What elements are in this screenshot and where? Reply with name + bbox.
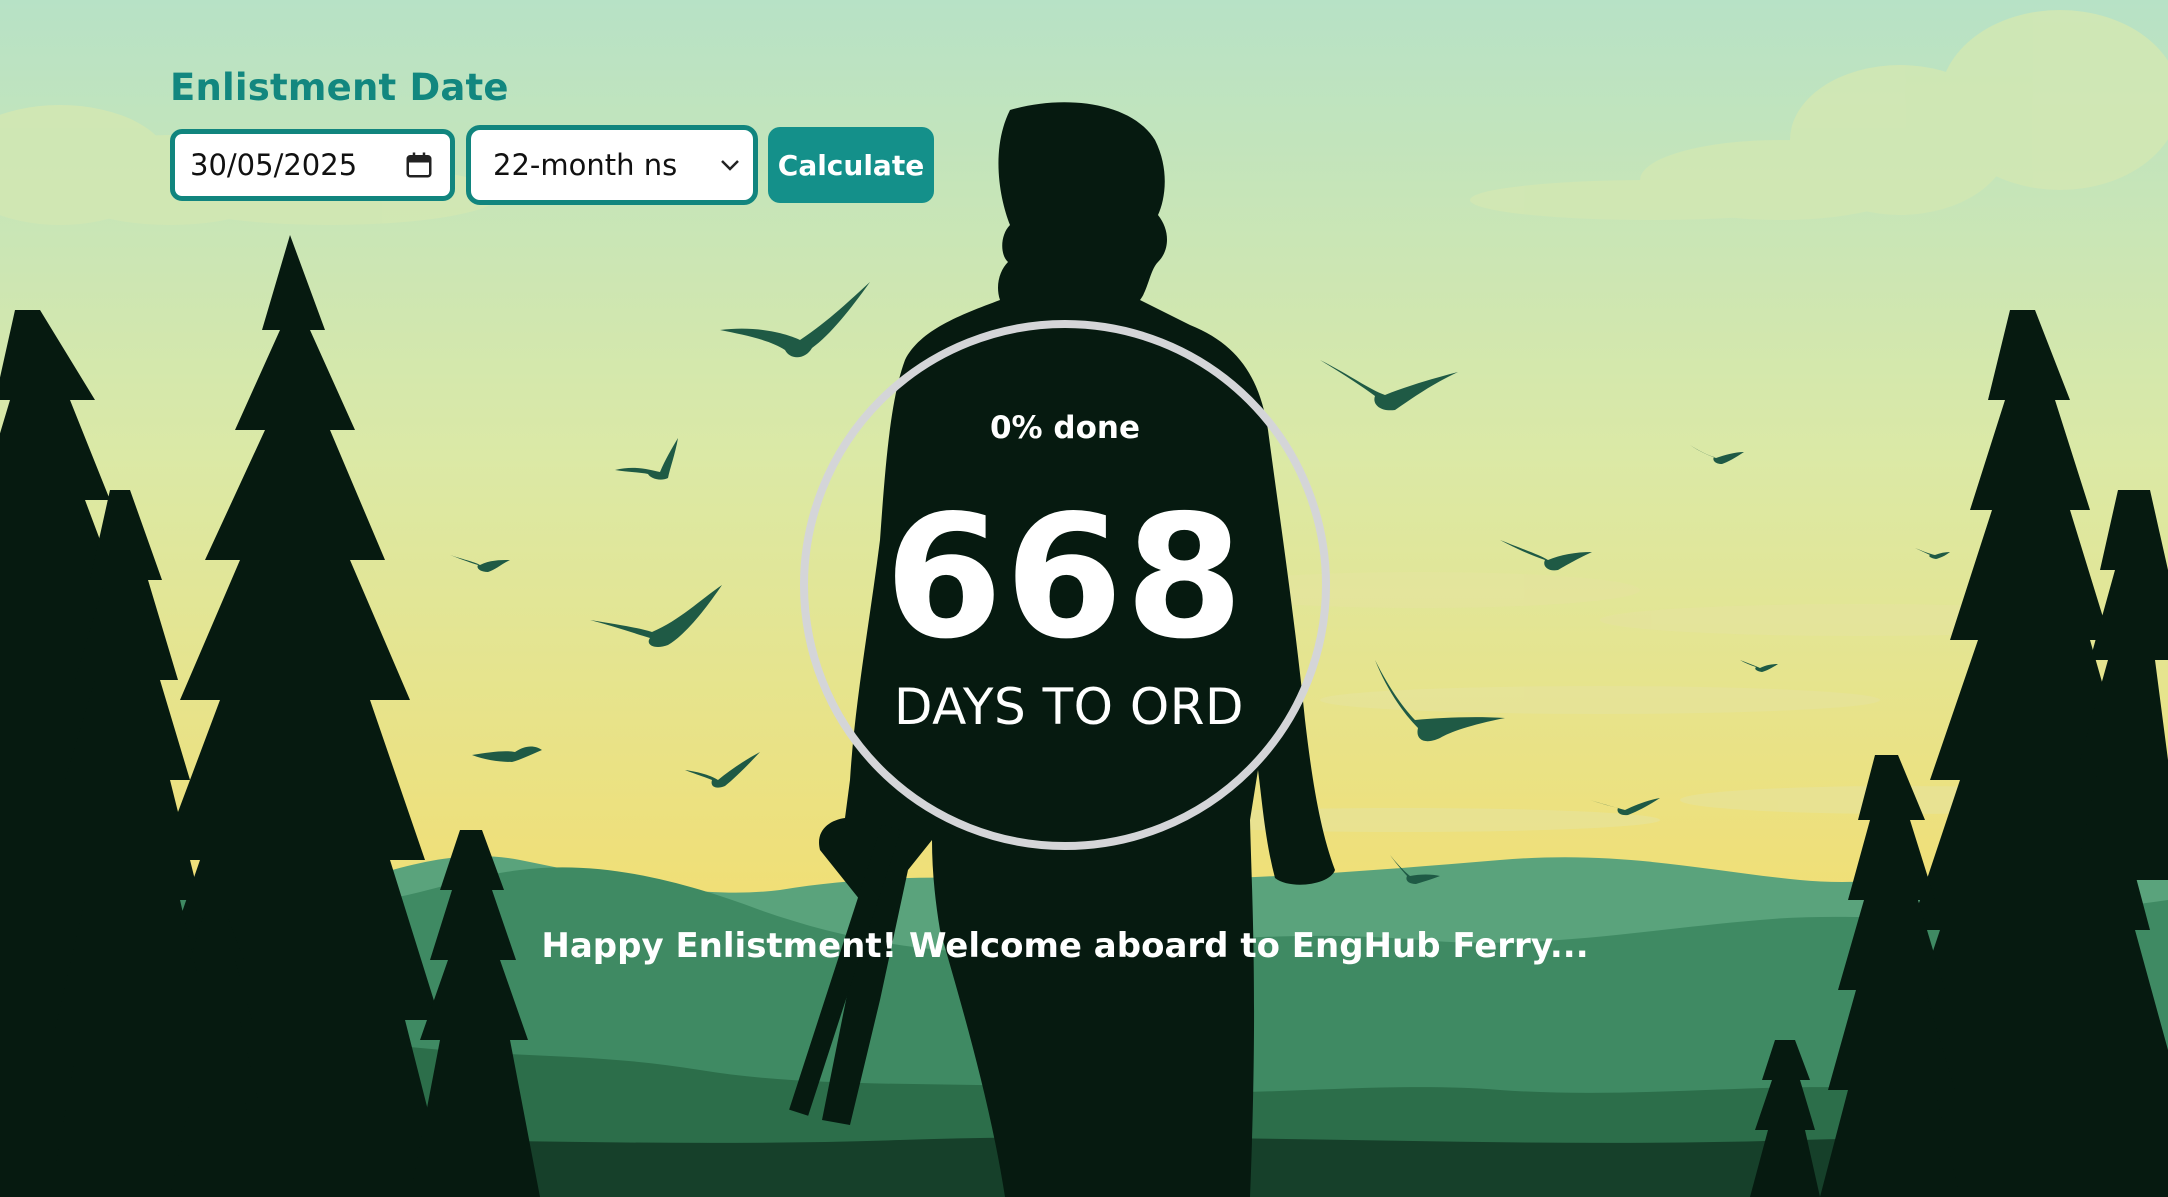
- progress-percent: 0% done: [989, 410, 1140, 446]
- calendar-icon[interactable]: [404, 150, 434, 180]
- service-duration-value: 22-month ns: [493, 148, 678, 182]
- service-duration-select[interactable]: 22-month ns: [466, 125, 758, 205]
- date-value: 30/05/2025: [190, 148, 358, 182]
- calculate-button[interactable]: Calculate: [768, 127, 934, 203]
- form-controls: 30/05/2025 22-month ns Calculate: [170, 125, 934, 205]
- days-remaining-count: 668: [884, 479, 1246, 677]
- chevron-down-icon: [719, 158, 741, 172]
- form-label: Enlistment Date: [170, 66, 509, 109]
- enlistment-date-input[interactable]: 30/05/2025: [170, 129, 455, 201]
- days-remaining-label: DAYS TO ORD: [893, 678, 1244, 736]
- welcome-message: Happy Enlistment! Welcome aboard to EngH…: [541, 926, 1589, 966]
- enlistment-form: Enlistment Date 30/05/2025 22-month ns C…: [170, 66, 934, 205]
